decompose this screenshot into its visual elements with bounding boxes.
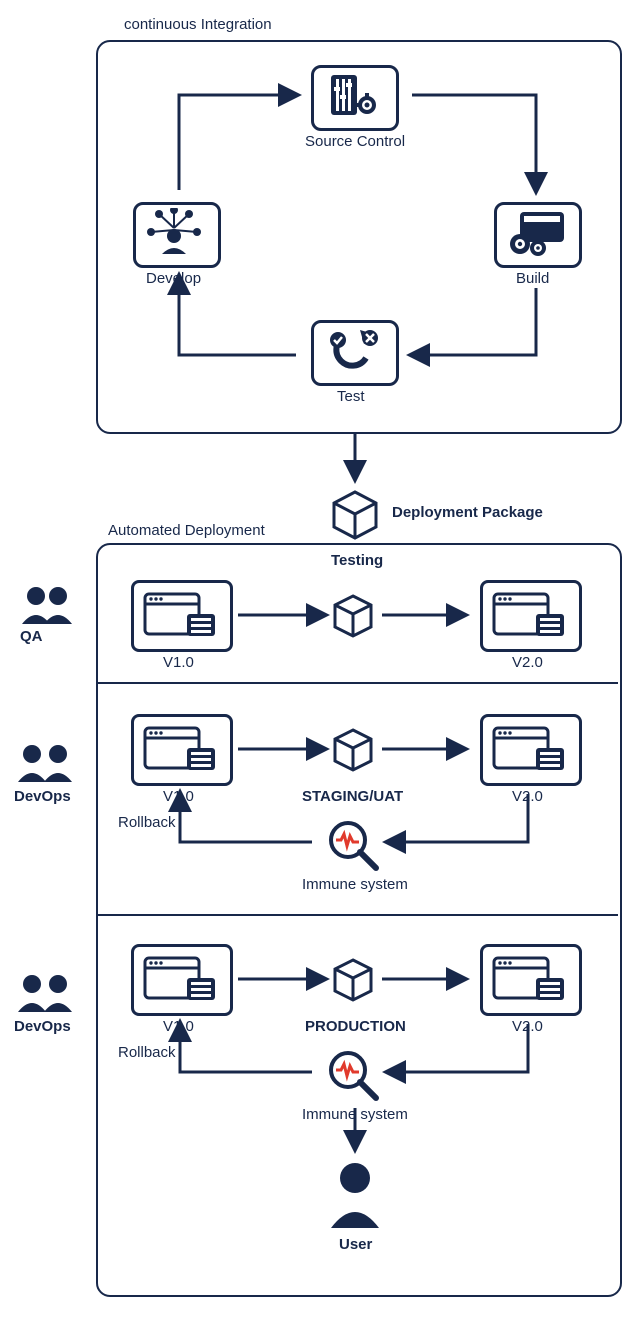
ci-to-pkg-arrow: [340, 430, 370, 490]
prod-v1-icon: [143, 954, 217, 1002]
staging-v2-icon: [492, 724, 566, 772]
devops2-role-icon: [14, 972, 76, 1014]
testing-title: Testing: [331, 552, 383, 569]
package-icon: [332, 490, 378, 540]
user-icon: [327, 1160, 383, 1230]
qa-role-label: QA: [20, 628, 43, 645]
ad-divider-2: [96, 914, 618, 916]
testing-v1-icon: [143, 590, 217, 638]
testing-v2-label: V2.0: [512, 654, 543, 671]
ad-title: Automated Deployment: [108, 522, 265, 539]
ci-arrows: [96, 40, 618, 430]
ci-title: continuous Integration: [124, 16, 272, 33]
staging-flow-arrows: [236, 734, 476, 764]
devops1-role-label: DevOps: [14, 788, 71, 805]
package-label: Deployment Package: [392, 504, 543, 521]
devops1-role-icon: [14, 742, 76, 784]
staging-feedback-arrows: [120, 782, 590, 892]
ad-divider-1: [96, 682, 618, 684]
qa-role-icon: [18, 584, 74, 624]
staging-v1-icon: [143, 724, 217, 772]
testing-flow-arrows: [236, 600, 476, 630]
testing-v1-label: V1.0: [163, 654, 194, 671]
prod-to-user-arrow: [340, 1104, 370, 1160]
user-label: User: [339, 1236, 372, 1253]
prod-v2-icon: [492, 954, 566, 1002]
testing-v2-icon: [492, 590, 566, 638]
prod-flow-arrows: [236, 964, 476, 994]
devops2-role-label: DevOps: [14, 1018, 71, 1035]
